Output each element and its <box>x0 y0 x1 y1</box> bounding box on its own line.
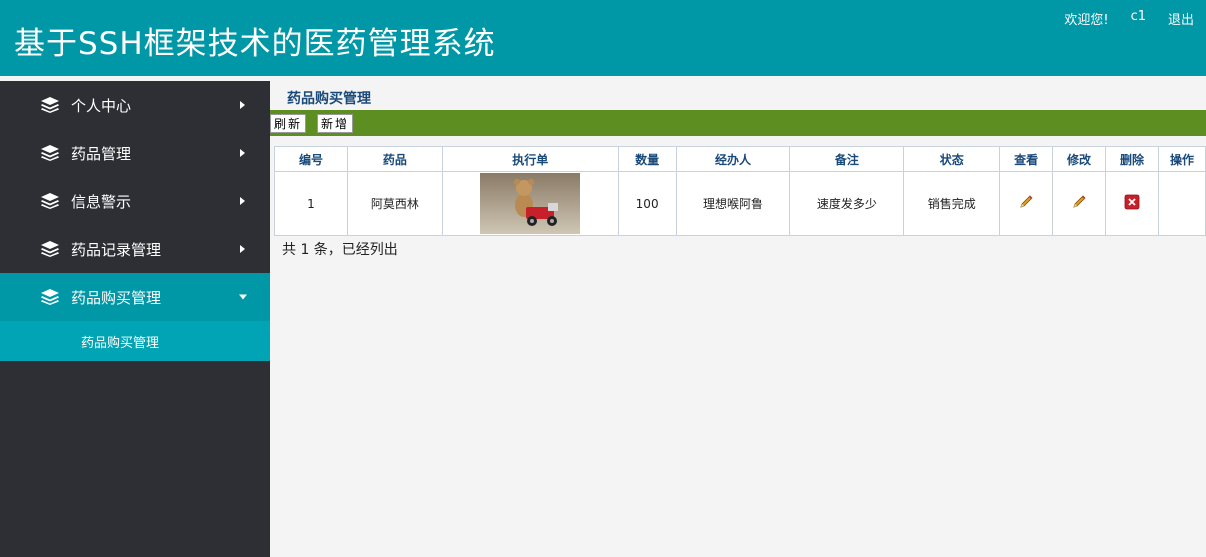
stack-icon <box>41 193 59 209</box>
toolbar: 刷新 新增 <box>270 110 1206 136</box>
sidebar-item-alerts[interactable]: 信息警示 <box>0 177 270 225</box>
cell-handler: 理想喉阿鲁 <box>675 171 791 236</box>
cell-status: 销售完成 <box>903 171 1001 236</box>
column-header: 药品 <box>346 146 443 172</box>
page-title: 药品购买管理 <box>287 91 371 107</box>
sidebar: 个人中心 药品管理 信息警示 药品记录管理 药品购买管理 药品购买管理 <box>0 81 270 557</box>
column-header: 经办人 <box>675 146 791 172</box>
cell-action <box>1157 171 1206 236</box>
cell-edit <box>1052 171 1107 236</box>
stack-icon <box>41 289 59 305</box>
sidebar-item-label: 药品管理 <box>71 144 132 163</box>
chevron-right-icon <box>240 197 245 205</box>
header: 基于SSH框架技术的医药管理系统 欢迎您! c1 退出 <box>0 0 1206 76</box>
user-bar: 欢迎您! c1 退出 <box>1064 9 1194 28</box>
column-header: 编号 <box>274 146 348 172</box>
purchase-table: 编号 药品 执行单 数量 经办人 备注 状态 查看 修改 删除 操作 1 阿莫西… <box>274 146 1206 236</box>
sidebar-item-drug-records[interactable]: 药品记录管理 <box>0 225 270 273</box>
main-content: 药品购买管理 刷新 新增 编号 药品 执行单 数量 经办人 备注 状态 查看 修… <box>270 76 1206 557</box>
cell-id: 1 <box>274 171 348 236</box>
column-header: 备注 <box>789 146 905 172</box>
chevron-right-icon <box>240 149 245 157</box>
column-header: 删除 <box>1105 146 1159 172</box>
sidebar-item-drug-management[interactable]: 药品管理 <box>0 129 270 177</box>
column-header: 查看 <box>999 146 1054 172</box>
column-header: 操作 <box>1157 146 1206 172</box>
cell-note: 速度发多少 <box>789 171 905 236</box>
cell-view <box>999 171 1054 236</box>
stack-icon <box>41 241 59 257</box>
sidebar-item-personal-center[interactable]: 个人中心 <box>0 81 270 129</box>
app-title: 基于SSH框架技术的医药管理系统 <box>14 26 496 62</box>
refresh-button[interactable]: 刷新 <box>270 114 307 133</box>
cell-delete <box>1105 171 1159 236</box>
table-row: 1 阿莫西林 100 理想喉阿鲁 速度发多少 销售完成 <box>274 171 1206 236</box>
table-header-row: 编号 药品 执行单 数量 经办人 备注 状态 查看 修改 删除 操作 <box>274 146 1206 172</box>
sidebar-item-label: 个人中心 <box>71 96 132 115</box>
cell-order-image <box>441 171 619 236</box>
delete-icon[interactable] <box>1124 194 1140 210</box>
pencil-icon[interactable] <box>1018 194 1034 210</box>
logout-link[interactable]: 退出 <box>1168 9 1194 28</box>
username: c1 <box>1130 9 1146 24</box>
column-header: 修改 <box>1052 146 1107 172</box>
stack-icon <box>41 145 59 161</box>
chevron-right-icon <box>240 245 245 253</box>
record-summary: 共 1 条，已经列出 <box>282 242 398 258</box>
welcome-text: 欢迎您! <box>1064 13 1109 28</box>
column-header: 状态 <box>903 146 1001 172</box>
column-header: 执行单 <box>441 146 619 172</box>
pencil-icon[interactable] <box>1071 194 1087 210</box>
sidebar-item-drug-purchase[interactable]: 药品购买管理 <box>0 273 270 321</box>
stack-icon <box>41 97 59 113</box>
column-header: 数量 <box>617 146 677 172</box>
sidebar-item-label: 药品购买管理 <box>71 288 162 307</box>
chevron-down-icon <box>239 294 247 300</box>
cell-quantity: 100 <box>617 171 677 236</box>
add-button[interactable]: 新增 <box>317 114 354 133</box>
order-image <box>480 173 581 234</box>
chevron-right-icon <box>240 101 245 109</box>
sidebar-subitem-drug-purchase[interactable]: 药品购买管理 <box>0 321 270 361</box>
sidebar-item-label: 药品记录管理 <box>71 240 162 259</box>
sidebar-item-label: 信息警示 <box>71 192 132 211</box>
cell-drug: 阿莫西林 <box>346 171 443 236</box>
